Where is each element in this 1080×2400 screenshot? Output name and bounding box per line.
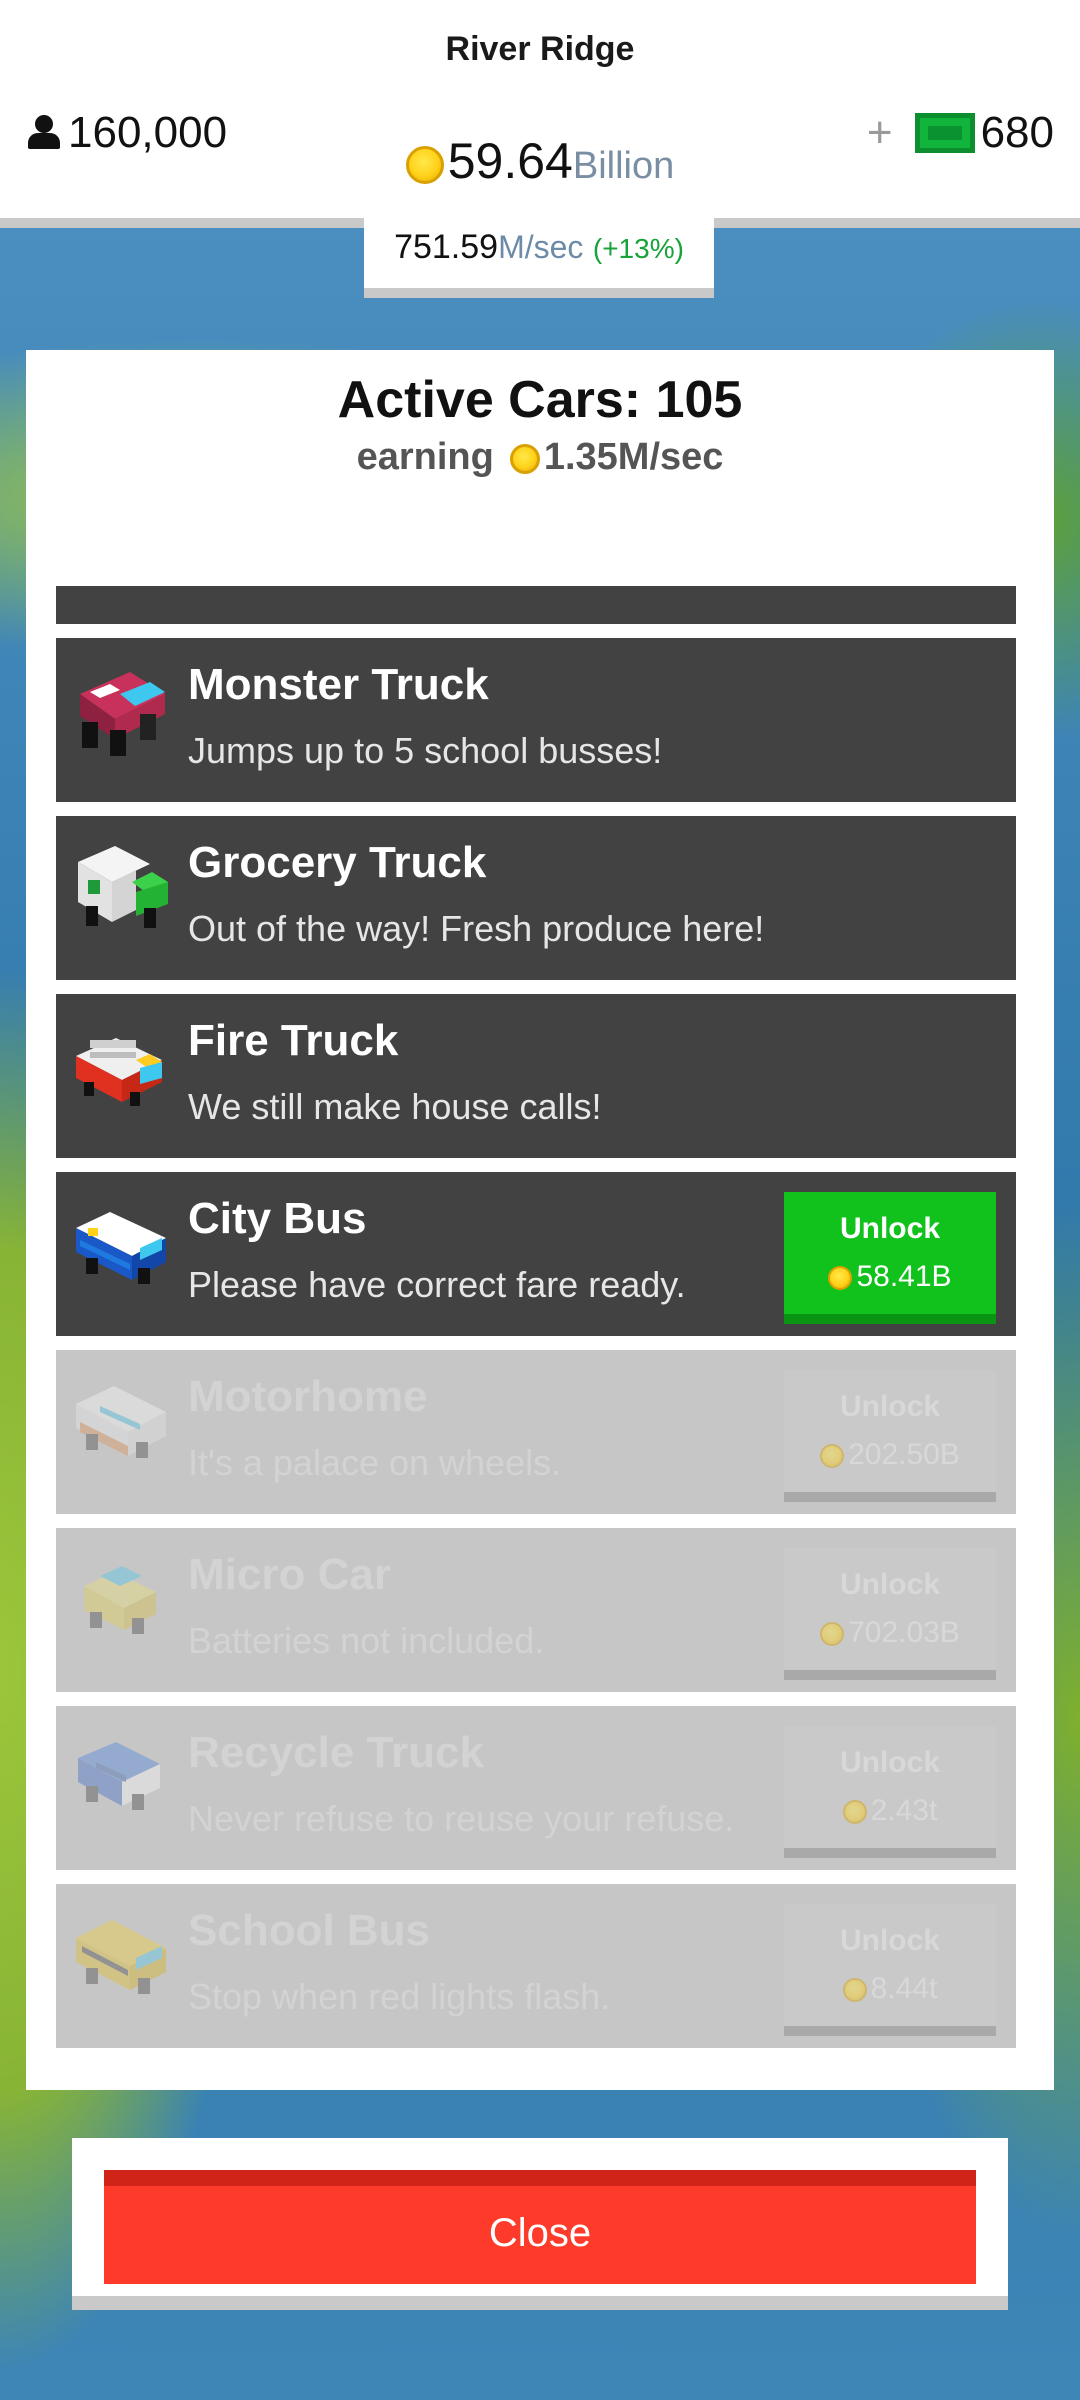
- vehicle-name: Motorhome: [188, 1372, 428, 1421]
- vehicle-row-recycle-truck: Recycle Truck Never refuse to reuse your…: [56, 1706, 1016, 1870]
- vehicle-row-city-bus[interactable]: City Bus Please have correct fare ready.…: [56, 1172, 1016, 1336]
- coin-icon: [509, 443, 540, 474]
- motorhome-icon: [76, 1386, 166, 1458]
- list-item-partial: [56, 586, 1016, 624]
- rate-unit: M/sec: [498, 229, 584, 265]
- unlock-button-school-bus: Unlock 8.44t: [784, 1904, 996, 2036]
- add-gems-button[interactable]: +: [867, 108, 893, 158]
- unlock-label: Unlock: [839, 1568, 941, 1601]
- vehicle-name: Grocery Truck: [188, 838, 487, 887]
- unlock-label: Unlock: [839, 1390, 941, 1423]
- vehicle-name: Fire Truck: [188, 1016, 399, 1065]
- vehicle-desc: Please have correct fare ready.: [188, 1264, 686, 1305]
- school-bus-icon: [76, 1920, 166, 1994]
- vehicles-panel: Active Cars: 105 earning 1.35M/sec Monste…: [26, 350, 1054, 2090]
- micro-car-icon: [84, 1566, 156, 1634]
- coin-icon: [828, 1266, 853, 1291]
- gem-display[interactable]: + 680: [867, 108, 1054, 158]
- vehicle-row-monster-truck[interactable]: Monster Truck Jumps up to 5 school busse…: [56, 638, 1016, 802]
- unlock-button-micro-car: Unlock 702.03B: [784, 1548, 996, 1680]
- vehicle-desc: Out of the way! Fresh produce here!: [188, 908, 765, 949]
- unlock-price: 58.41B: [784, 1260, 996, 1294]
- gem-value: 680: [980, 108, 1054, 157]
- vehicle-row-fire-truck[interactable]: Fire Truck We still make house calls!: [56, 994, 1016, 1158]
- coin-icon: [842, 1978, 867, 2003]
- unlock-label: Unlock: [839, 1212, 941, 1245]
- vehicle-name: City Bus: [188, 1194, 367, 1243]
- earning-value: 1.35M/sec: [543, 436, 724, 478]
- unlock-price: 8.44t: [784, 1972, 996, 2006]
- vehicle-desc: Stop when red lights flash.: [188, 1976, 611, 2017]
- vehicle-name: School Bus: [188, 1906, 431, 1955]
- coin-icon: [405, 145, 444, 184]
- panel-title: Active Cars: 105: [337, 371, 743, 429]
- coin-icon: [842, 1800, 867, 1825]
- vehicle-name: Recycle Truck: [188, 1728, 484, 1777]
- vehicle-name: Micro Car: [188, 1550, 391, 1599]
- city-bus-icon: [76, 1212, 166, 1284]
- fire-truck-icon: [76, 1038, 162, 1106]
- cash-icon: [914, 113, 975, 153]
- unlock-price: 702.03B: [784, 1616, 996, 1650]
- grocery-truck-icon: [78, 846, 168, 928]
- region-name: River Ridge: [445, 30, 635, 68]
- vehicle-desc: Jumps up to 5 school busses!: [188, 730, 663, 771]
- monster-truck-icon: [80, 672, 165, 756]
- money-unit: Billion: [572, 145, 675, 187]
- rate-value: 751.59: [394, 228, 499, 266]
- vehicle-desc: We still make house calls!: [188, 1086, 602, 1127]
- money-value: 59.64: [447, 133, 573, 189]
- vehicle-name: Monster Truck: [188, 660, 489, 709]
- close-button[interactable]: Close: [104, 2170, 976, 2284]
- panel-earning: earning 1.35M/sec: [26, 436, 1054, 479]
- earning-label: earning: [356, 436, 494, 478]
- vehicle-row-grocery-truck[interactable]: Grocery Truck Out of the way! Fresh prod…: [56, 816, 1016, 980]
- income-rate-tab: 751.59M/sec (+13%): [364, 218, 714, 298]
- rate-bonus: (+13%): [592, 233, 684, 264]
- vehicle-desc: It's a palace on wheels.: [188, 1442, 562, 1483]
- vehicle-row-micro-car: Micro Car Batteries not included. Unlock…: [56, 1528, 1016, 1692]
- vehicle-desc: Batteries not included.: [188, 1620, 545, 1661]
- top-bar: River Ridge 160,000 59.64Billion + 680: [0, 0, 1080, 228]
- unlock-label: Unlock: [839, 1924, 941, 1957]
- vehicle-desc: Never refuse to reuse your refuse.: [188, 1798, 735, 1839]
- unlock-price: 202.50B: [784, 1438, 996, 1472]
- unlock-button-city-bus[interactable]: Unlock 58.41B: [784, 1192, 996, 1324]
- vehicle-row-motorhome: Motorhome It's a palace on wheels. Unloc…: [56, 1350, 1016, 1514]
- coin-icon: [820, 1444, 845, 1469]
- unlock-button-recycle-truck: Unlock 2.43t: [784, 1726, 996, 1858]
- recycle-truck-icon: [78, 1742, 160, 1810]
- vehicle-row-school-bus: School Bus Stop when red lights flash. U…: [56, 1884, 1016, 2048]
- coin-icon: [820, 1622, 845, 1647]
- unlock-button-motorhome: Unlock 202.50B: [784, 1370, 996, 1502]
- unlock-price: 2.43t: [784, 1794, 996, 1828]
- close-button-frame: Close: [72, 2138, 1008, 2310]
- unlock-label: Unlock: [839, 1746, 941, 1779]
